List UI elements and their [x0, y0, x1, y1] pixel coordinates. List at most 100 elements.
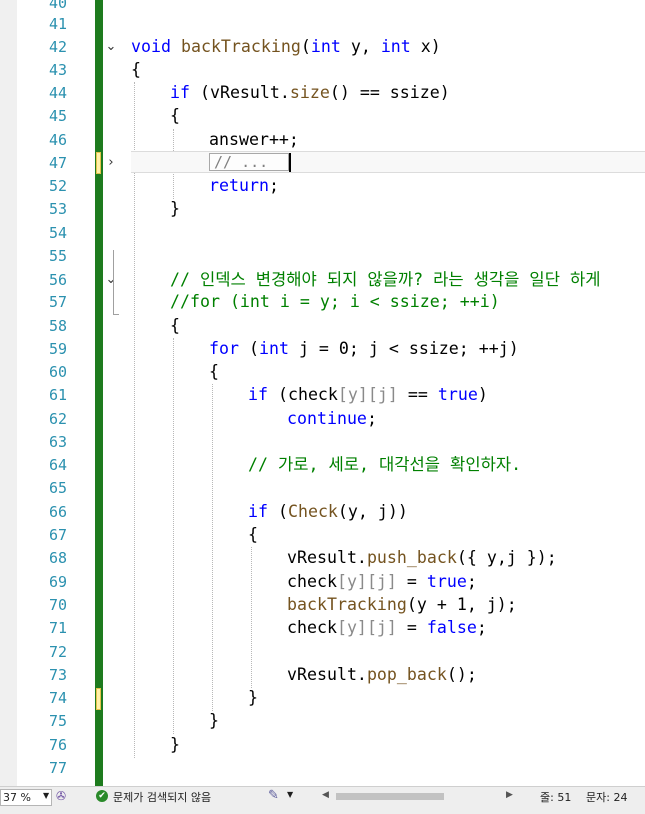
code-line[interactable]: check[y][j] = false; [287, 617, 487, 639]
function-name: push_back [366, 548, 457, 567]
keyword: for [209, 339, 239, 358]
code-text: ({ y,j }); [456, 548, 557, 567]
zoom-value: 37 % [3, 791, 31, 804]
scroll-right-icon[interactable]: ▶ [506, 790, 513, 800]
fold-expanded-icon[interactable]: ⌄ [104, 269, 118, 291]
code-text: (); [446, 665, 477, 684]
line-number: 71 [48, 619, 67, 637]
issues-status[interactable]: 문제가 검색되지 않음 [113, 789, 211, 805]
index-bracket: [j] [366, 618, 397, 637]
code-line[interactable]: check[y][j] = true; [287, 571, 477, 593]
code-line[interactable]: void backTracking(int y, int x) [131, 36, 441, 58]
line-number: 52 [48, 177, 67, 195]
code-line[interactable]: vResult.push_back({ y,j }); [287, 547, 557, 569]
line-number: 67 [48, 526, 67, 544]
code-text: x) [410, 37, 441, 56]
fold-scope-line [113, 250, 114, 314]
line-number: 72 [48, 643, 67, 661]
line-number: 60 [48, 363, 67, 381]
keyword: true [437, 385, 478, 404]
unsaved-change-marker [96, 152, 101, 174]
index-bracket: [y] [336, 618, 367, 637]
line-number: 76 [48, 736, 67, 754]
code-text: ) [477, 385, 488, 404]
code-text: ; [366, 409, 377, 428]
code-line[interactable]: backTracking(y + 1, j); [287, 594, 517, 616]
code-text: vResult. [287, 665, 367, 684]
code-line[interactable]: { [248, 524, 258, 546]
code-text: (vResult. [189, 83, 290, 102]
scrollbar-thumb[interactable] [336, 793, 444, 800]
code-text: () == ssize) [329, 83, 450, 102]
function-name: pop_back [366, 665, 447, 684]
code-line[interactable]: } [170, 198, 180, 220]
keyword: continue [287, 409, 367, 428]
code-line[interactable]: } [170, 734, 180, 756]
line-number: 40 [48, 0, 67, 12]
indent-guide [212, 384, 213, 711]
collapsed-region-button[interactable]: // ... [209, 153, 289, 171]
code-line[interactable]: } [209, 710, 219, 732]
code-text: j = 0; j < ssize; ++j) [288, 339, 519, 358]
column-indicator[interactable]: 문자: 24 [586, 789, 627, 805]
horizontal-scrollbar[interactable]: ◀ ▶ [320, 789, 520, 803]
code-line[interactable]: vResult.pop_back(); [287, 664, 477, 686]
code-text: (check [267, 385, 338, 404]
line-number: 64 [48, 456, 67, 474]
function-name: size [289, 83, 330, 102]
line-number: 56 [48, 271, 67, 289]
code-editor[interactable]: 40 41 42 43 44 45 46 47 52 53 54 55 56 5… [0, 0, 645, 786]
line-number: 66 [48, 503, 67, 521]
type-keyword: int [380, 37, 411, 56]
code-line[interactable]: { [209, 361, 219, 383]
index-bracket: [y] [337, 385, 368, 404]
line-number: 46 [48, 131, 67, 149]
comment-line[interactable]: // 가로, 세로, 대각선을 확인하자. [248, 454, 521, 476]
code-line[interactable]: for (int j = 0; j < ssize; ++j) [209, 338, 519, 360]
code-text: check [287, 572, 337, 591]
zoom-dropdown[interactable]: 37 % ▼ [0, 789, 52, 806]
fold-scope-end [113, 314, 119, 315]
code-line[interactable]: { [170, 315, 180, 337]
comment-line[interactable]: // 인덱스 변경해야 되지 않을까? 라는 생각을 일단 하게 [170, 269, 600, 291]
keyword: void [131, 37, 171, 56]
code-cleanup-icon[interactable]: ✎ [268, 788, 279, 803]
index-bracket: [j] [367, 385, 398, 404]
code-text: ; [268, 176, 279, 195]
index-bracket: [j] [366, 572, 397, 591]
line-number: 44 [48, 84, 67, 102]
keyword: if [248, 502, 268, 521]
code-line[interactable]: return; [209, 175, 279, 197]
code-line[interactable]: { [170, 105, 180, 127]
comment-line[interactable]: //for (int i = y; i < ssize; ++i) [170, 291, 500, 313]
code-text: check [287, 618, 337, 637]
chevron-down-icon[interactable]: ▼ [287, 790, 293, 799]
line-number: 75 [48, 712, 67, 730]
code-line[interactable]: { [131, 59, 141, 81]
index-bracket: [y] [336, 572, 367, 591]
line-number: 47 [48, 154, 67, 172]
code-text: (y, j)) [337, 502, 408, 521]
keyword: false [426, 618, 477, 637]
fold-expanded-icon[interactable]: ⌄ [104, 36, 118, 58]
intellicode-icon[interactable]: ✇ [56, 789, 70, 803]
line-indicator[interactable]: 줄: 51 [540, 789, 571, 805]
fold-collapsed-icon[interactable]: › [104, 152, 118, 174]
code-line[interactable]: if (check[y][j] == true) [248, 384, 488, 406]
line-number: 42 [48, 38, 67, 56]
function-name: Check [287, 502, 338, 521]
code-text: == [397, 385, 438, 404]
line-number: 59 [48, 340, 67, 358]
line-number: 53 [48, 200, 67, 218]
code-text: = [396, 572, 427, 591]
code-text: vResult. [287, 548, 367, 567]
code-line[interactable]: if (vResult.size() == ssize) [170, 82, 450, 104]
code-line[interactable]: continue; [287, 408, 377, 430]
keyword: if [170, 83, 190, 102]
code-line[interactable]: answer++; [209, 129, 299, 151]
code-line[interactable]: if (Check(y, j)) [248, 501, 408, 523]
scroll-left-icon[interactable]: ◀ [322, 790, 329, 800]
function-name: backTracking [287, 595, 407, 614]
code-line[interactable]: } [248, 687, 258, 709]
line-number: 69 [48, 573, 67, 591]
